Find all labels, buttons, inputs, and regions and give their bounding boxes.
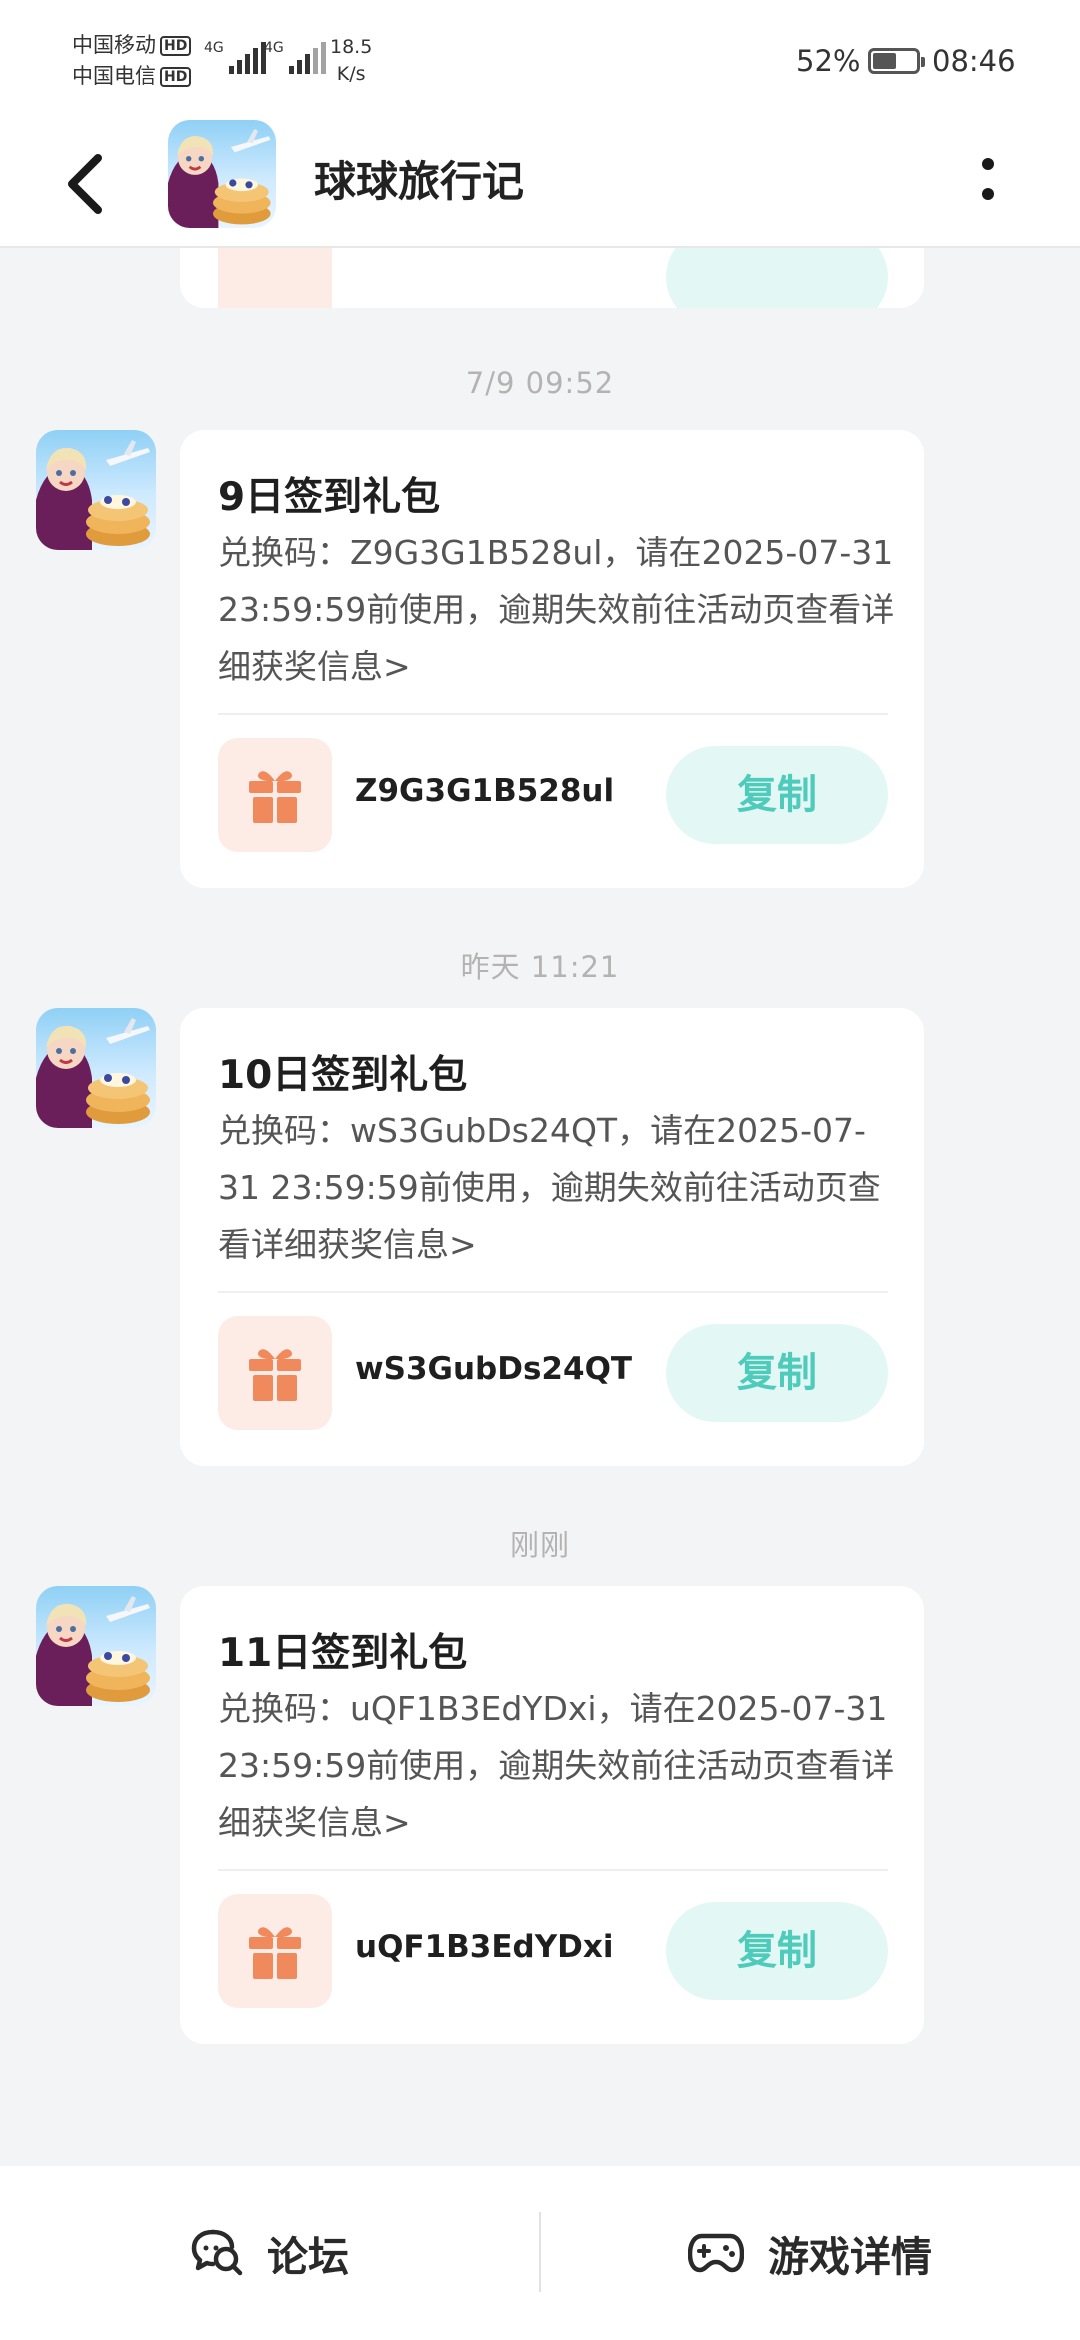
app-icon — [168, 120, 276, 228]
redeem-code: uQF1B3EdYDxi — [355, 1929, 614, 1965]
game-detail-tab[interactable]: 游戏详情 — [540, 2166, 1080, 2340]
signal-icon: 4G — [264, 40, 326, 74]
carrier-1: 中国移动 — [72, 33, 156, 57]
message-card: 11日签到礼包 兑换码：uQF1B3EdYDxi，请在2025-07-31 23… — [180, 1586, 924, 2044]
redeem-code: Z9G3G1B528ul — [355, 773, 615, 809]
forum-label: 论坛 — [267, 2233, 349, 2281]
game-art-icon — [36, 1018, 150, 1128]
divider — [218, 713, 888, 715]
message-timestamp: 刚刚 — [509, 1528, 570, 1562]
redeem-code: wS3GubDs24QT — [355, 1351, 633, 1387]
sender-avatar[interactable] — [36, 1586, 156, 1706]
bottom-bar: 论坛 游戏详情 — [0, 2166, 1080, 2340]
back-button[interactable] — [52, 144, 122, 224]
page-title: 球球旅行记 — [314, 157, 525, 206]
message-body[interactable]: 兑换码：Z9G3G1B528ul，请在2025-07-31 23:59:59前使… — [218, 524, 898, 695]
message-card: 10日签到礼包 兑换码：wS3GubDs24QT，请在2025-07-31 23… — [180, 1008, 924, 1466]
message-title: 10日签到礼包 — [218, 1053, 468, 1098]
message-title: 11日签到礼包 — [218, 1631, 468, 1676]
app-header: 球球旅行记 — [0, 120, 1080, 248]
sender-avatar[interactable] — [36, 430, 156, 550]
chat-bubble-icon — [191, 2229, 243, 2276]
game-detail-label: 游戏详情 — [768, 2233, 932, 2281]
chevron-left-icon — [68, 154, 102, 214]
clock: 08:46 — [932, 44, 1016, 78]
more-vertical-icon — [982, 158, 994, 200]
gamepad-icon — [688, 2233, 744, 2273]
hd-badge: HD — [160, 36, 192, 56]
gift-icon-tile — [218, 1894, 332, 2008]
message-body[interactable]: 兑换码：uQF1B3EdYDxi，请在2025-07-31 23:59:59前使… — [218, 1680, 898, 1851]
status-bar: 中国移动 HD 中国电信 HD 4G 4G 18.5 K/s 52% 08:46 — [0, 0, 1080, 120]
gift-icon — [249, 1349, 301, 1401]
message-body[interactable]: 兑换码：wS3GubDs24QT，请在2025-07-31 23:59:59前使… — [218, 1102, 898, 1273]
network-speed: 18.5 K/s — [330, 36, 373, 85]
gift-icon-tile — [218, 738, 332, 852]
more-button[interactable] — [968, 150, 1008, 210]
battery-icon — [868, 48, 925, 74]
game-art-icon — [36, 1596, 150, 1706]
divider — [218, 1291, 888, 1293]
copy-button[interactable]: 复制 — [666, 1902, 888, 2000]
signal-icon: 4G — [204, 40, 266, 74]
message-timestamp: 昨天 11:21 — [460, 950, 620, 984]
copy-button[interactable]: 复制 — [666, 1324, 888, 1422]
gift-icon — [249, 1927, 301, 1979]
message-title: 9日签到礼包 — [218, 475, 441, 520]
divider — [218, 1869, 888, 1871]
game-art-icon — [36, 440, 150, 550]
carrier-info: 中国移动 HD 中国电信 HD — [72, 30, 192, 92]
message-timestamp: 7/9 09:52 — [465, 366, 615, 400]
game-art-icon — [168, 129, 271, 228]
message-card: 9日签到礼包 兑换码：Z9G3G1B528ul，请在2025-07-31 23:… — [180, 430, 924, 888]
forum-tab[interactable]: 论坛 — [0, 2166, 540, 2340]
copy-button[interactable]: 复制 — [666, 746, 888, 844]
sender-avatar[interactable] — [36, 1008, 156, 1128]
hd-badge: HD — [160, 67, 192, 87]
gift-icon-tile — [218, 1316, 332, 1430]
battery-percent: 52% — [796, 44, 861, 78]
gift-icon — [249, 771, 301, 823]
carrier-2: 中国电信 — [72, 64, 156, 88]
